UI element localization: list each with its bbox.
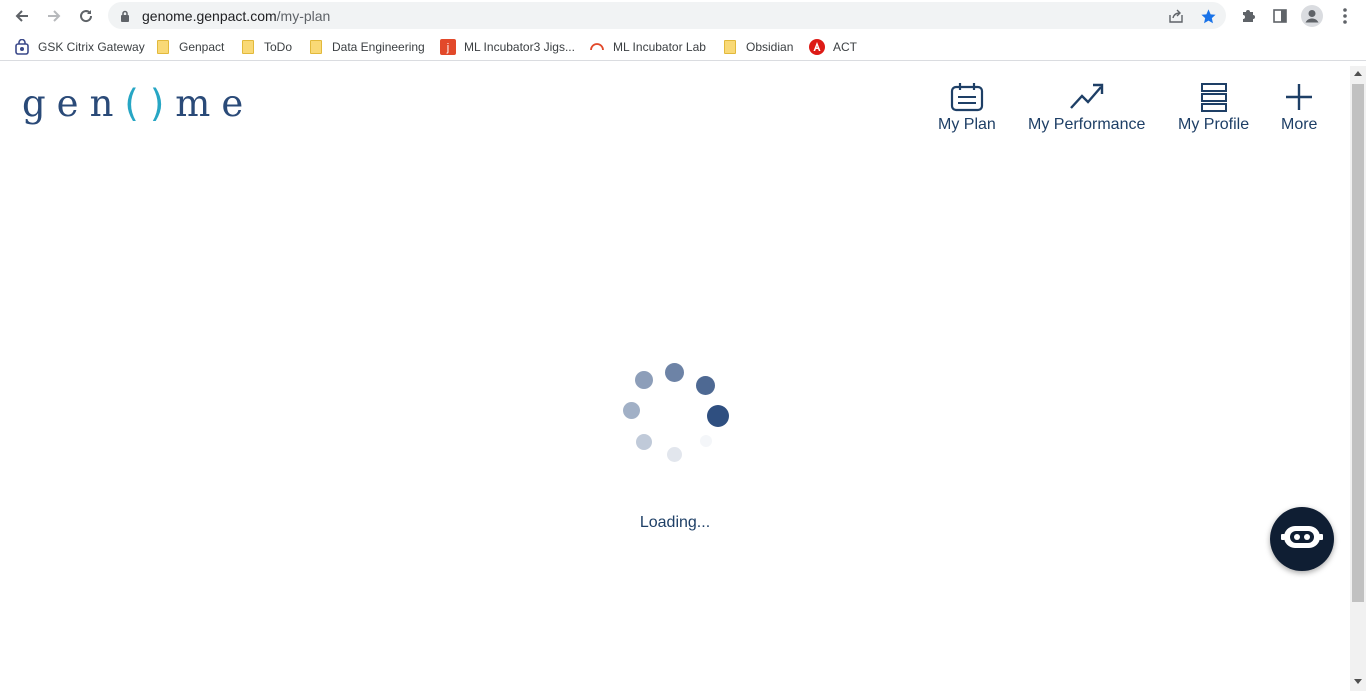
bookmark-data-engineering[interactable]: Data Engineering	[308, 39, 425, 55]
spinner-dot	[665, 363, 684, 382]
profile-icon[interactable]	[1300, 4, 1324, 28]
nav-my-performance[interactable]: My Performance	[1028, 82, 1145, 134]
spinner-dot	[635, 371, 653, 389]
nav-my-plan[interactable]: My Plan	[938, 82, 996, 134]
folder-icon	[308, 39, 324, 55]
reload-icon[interactable]	[74, 4, 98, 28]
logo-accent-o: ()	[124, 82, 176, 125]
back-icon[interactable]	[10, 4, 34, 28]
nav-label: My Performance	[1028, 116, 1146, 133]
spinner-dot	[636, 434, 652, 450]
menu-icon[interactable]	[1333, 4, 1357, 28]
bookmark-label: ML Incubator Lab	[613, 40, 706, 54]
address-bar[interactable]: genome.genpact.com/my-plan	[108, 2, 1226, 29]
url-host: genome.genpact.com	[142, 8, 277, 24]
plus-icon	[1285, 82, 1313, 112]
chatbot-icon	[1281, 522, 1323, 557]
spinner-dot	[623, 402, 640, 419]
bookmark-label: Obsidian	[746, 40, 794, 54]
bookmark-obsidian[interactable]: Obsidian	[722, 39, 793, 55]
browser-toolbar: genome.genpact.com/my-plan	[0, 0, 1366, 31]
jira-icon: j	[440, 39, 456, 55]
side-panel-icon[interactable]	[1268, 4, 1292, 28]
svg-text:j: j	[446, 42, 449, 54]
bookmark-gsk-citrix-gateway[interactable]: GSK Citrix Gateway	[14, 39, 145, 55]
nav-label: My Profile	[1178, 116, 1250, 133]
bookmark-label: ToDo	[264, 40, 293, 54]
page-content: gen()me My Plan My Performance My Profil…	[0, 66, 1350, 691]
bookmark-todo[interactable]: ToDo	[240, 39, 292, 55]
scroll-down-arrow-icon[interactable]	[1354, 679, 1362, 684]
spinner-dot	[700, 435, 712, 447]
spinner-dot	[707, 405, 729, 427]
forward-icon[interactable]	[42, 4, 66, 28]
genome-logo[interactable]: gen()me	[22, 82, 254, 125]
bookmarks-bar: GSK Citrix Gateway Genpact ToDo Data Eng…	[0, 33, 1366, 61]
page-scrollbar[interactable]	[1350, 66, 1366, 691]
folder-icon	[155, 39, 171, 55]
scrollbar-thumb[interactable]	[1352, 84, 1364, 602]
url-text: genome.genpact.com/my-plan	[142, 8, 330, 24]
nav-label: My Plan	[938, 116, 996, 133]
bookmark-ml-incubator-lab[interactable]: ML Incubator Lab	[589, 39, 706, 55]
logo-text-suffix: me	[175, 82, 255, 125]
url-path: /my-plan	[276, 8, 331, 24]
spinner-dot	[667, 447, 682, 462]
nav-label: More	[1281, 116, 1318, 133]
extensions-icon[interactable]	[1236, 4, 1260, 28]
loading-text: Loading...	[639, 514, 711, 531]
bookmark-label: Data Engineering	[332, 40, 425, 54]
trend-up-icon	[1069, 82, 1105, 112]
folder-icon	[722, 39, 738, 55]
chatbot-button[interactable]	[1270, 507, 1334, 571]
lock-icon	[120, 9, 130, 27]
share-icon[interactable]	[1166, 6, 1186, 26]
bookmark-act[interactable]: ACT	[809, 39, 857, 55]
bookmark-label: ACT	[833, 40, 857, 54]
bookmark-label: ML Incubator3 Jigs...	[464, 40, 575, 54]
spinner-dot	[696, 376, 715, 395]
bookmark-label: GSK Citrix Gateway	[38, 40, 145, 54]
logo-text-prefix: gen	[22, 82, 125, 125]
bookmark-label: Genpact	[179, 40, 225, 54]
calendar-icon	[950, 82, 984, 112]
lab-icon	[589, 39, 605, 55]
bookmark-star-icon[interactable]	[1198, 6, 1218, 26]
bookmark-genpact[interactable]: Genpact	[155, 39, 224, 55]
bookmark-ml-incubator3-jigs[interactable]: j ML Incubator3 Jigs...	[440, 39, 575, 55]
citrix-icon	[14, 39, 30, 55]
folder-icon	[240, 39, 256, 55]
scroll-up-arrow-icon[interactable]	[1354, 71, 1362, 76]
loading-spinner	[620, 361, 730, 471]
angular-icon	[809, 39, 825, 55]
nav-my-profile[interactable]: My Profile	[1178, 82, 1249, 134]
nav-more[interactable]: More	[1281, 82, 1317, 134]
profile-stack-icon	[1200, 82, 1228, 112]
